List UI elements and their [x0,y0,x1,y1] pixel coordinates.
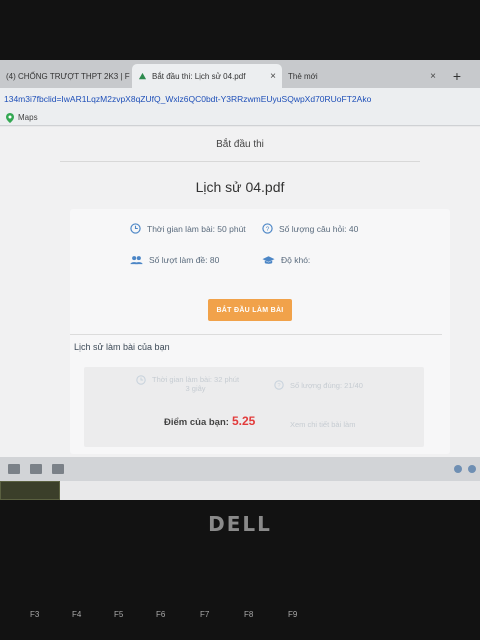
graduation-cap-icon [262,256,275,264]
f9-key[interactable]: F9 [288,610,297,619]
question-icon: ? [262,223,273,234]
attempt-result-card: Thời gian làm bài: 32 phút 3 giây ? Số l… [84,367,424,447]
clock-icon [136,375,146,385]
question-count-label: Số lượng câu hỏi: 40 [279,223,359,234]
exam-info-card: Thời gian làm bài: 50 phút ? Số lượng câ… [70,209,450,454]
os-taskbar [0,457,480,481]
tray-icon[interactable] [468,465,476,473]
dell-logo: DELL [208,512,272,536]
start-exam-button[interactable]: BẮT ĐẦU LÀM BÀI [208,299,292,321]
tab-label: Thẻ mới [288,71,318,81]
f8-key[interactable]: F8 [244,610,253,619]
difficulty-info: Độ khó: [262,255,310,265]
tab-exam[interactable]: Bắt đầu thi: Lịch sử 04.pdf × [132,64,282,88]
close-tab-icon[interactable]: × [270,71,276,82]
f4-key[interactable]: F4 [72,610,81,619]
time-limit-label: Thời gian làm bài: 50 phút [147,223,246,234]
address-bar[interactable]: 134m3i7fbclid=IwAR1LqzM2zvpX8qZUfQ_Wxlz6… [0,88,480,110]
f5-key[interactable]: F5 [114,610,123,619]
attempts-label: Số lượt làm đề: 80 [149,255,220,265]
drive-icon [138,72,147,79]
bookmarks-bar: Maps [0,110,480,126]
attempts-info: Số lượt làm đề: 80 [130,255,219,265]
correct-count-info: ? Số lượng đúng: 21/40 [274,380,363,390]
f7-key[interactable]: F7 [200,610,209,619]
page-heading: Bắt đầu thi [216,139,264,150]
svg-text:?: ? [266,226,270,233]
briefcase-icon[interactable] [30,464,42,474]
correct-count-label: Số lượng đúng: 21/40 [290,380,363,390]
f6-key[interactable]: F6 [156,610,165,619]
time-taken-line2: 3 giây [185,384,206,393]
exam-page: Bắt đầu thi Lịch sử 04.pdf Thời gian làm… [0,127,480,457]
time-taken-info: Thời gian làm bài: 32 phút 3 giây [136,375,239,393]
view-details-link[interactable]: Xem chi tiết bài làm [290,420,355,429]
notification-toast[interactable] [0,481,60,500]
exam-title: Lịch sử 04.pdf [195,179,285,195]
score-value: 5.25 [232,414,256,428]
tab-label: (4) CHỐNG TRƯỢT THPT 2K3 | F [6,71,130,81]
bookmark-maps[interactable]: Maps [18,113,38,122]
tab-label: Bắt đầu thi: Lịch sử 04.pdf [152,71,246,81]
clock-icon [130,223,141,234]
f3-key[interactable]: F3 [30,610,39,619]
app-icon[interactable] [52,464,64,474]
history-title: Lịch sử làm bài của bạn [74,342,170,352]
new-tab-button[interactable]: + [442,64,472,88]
time-limit-info: Thời gian làm bài: 50 phút [130,223,246,234]
laptop-screen: (4) CHỐNG TRƯỢT THPT 2K3 | F × Bắt đầu t… [0,60,480,500]
divider [60,161,420,162]
browser-tab-bar: (4) CHỐNG TRƯỢT THPT 2K3 | F × Bắt đầu t… [0,60,480,88]
window-icon[interactable] [8,464,20,474]
question-icon: ? [274,380,284,390]
time-taken-line1: Thời gian làm bài: 32 phút [152,375,240,384]
difficulty-label: Độ khó: [281,255,311,265]
tray-icon[interactable] [454,465,462,473]
divider [70,334,442,335]
keyboard-function-row: F3 F4 F5 F6 F7 F8 F9 [0,606,480,640]
url-text: 134m3i7fbclid=IwAR1LqzM2zvpX8qZUfQ_Wxlz6… [4,94,372,104]
tab-new[interactable]: Thẻ mới × [282,64,442,88]
maps-pin-icon [6,112,14,123]
score-label: Điểm của bạn: [164,417,229,428]
system-tray [454,465,480,473]
users-icon [130,256,143,265]
tab-facebook[interactable]: (4) CHỐNG TRƯỢT THPT 2K3 | F × [0,64,132,88]
question-count-info: ? Số lượng câu hỏi: 40 [262,223,358,234]
close-tab-icon[interactable]: × [430,71,436,82]
